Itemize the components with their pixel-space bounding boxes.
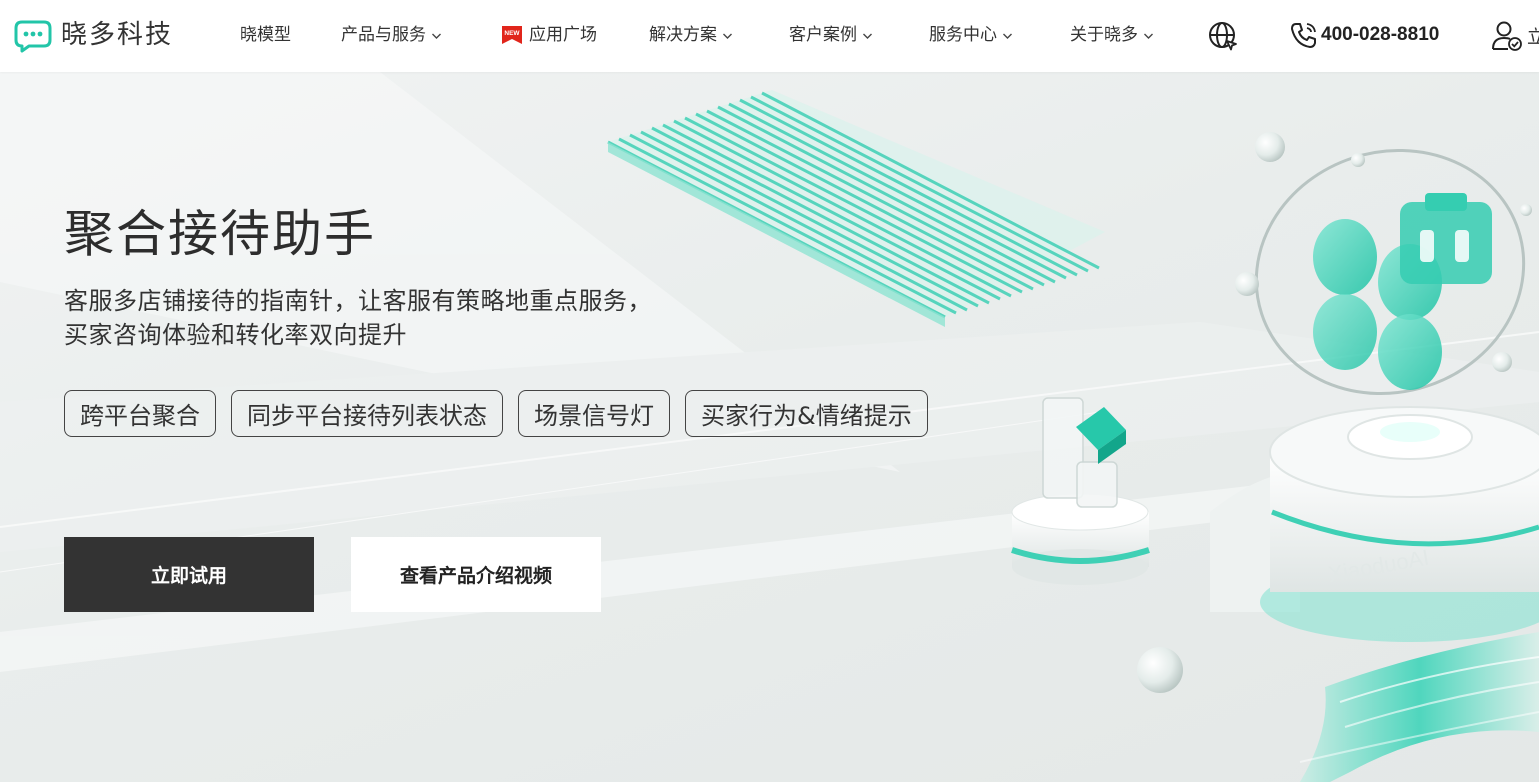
nav-label: 服务中心: [929, 25, 997, 45]
hero-banner: XiaoduoAI 聚合接待助手 客服多店铺接待的指南针，让客服有策略地重点服务…: [0, 72, 1539, 782]
feature-tag: 场景信号灯: [518, 390, 670, 437]
chevron-down-icon: [723, 33, 732, 39]
new-badge-icon: NEW: [502, 26, 522, 44]
main-podium: XiaoduoAI: [1210, 406, 1539, 642]
nav-label: 解决方案: [649, 25, 717, 45]
nav-item-products[interactable]: 产品与服务: [341, 24, 442, 46]
phone-number: 400-028-8810: [1321, 24, 1440, 45]
chevron-down-icon: [863, 33, 872, 39]
top-navbar: 晓多科技 晓模型 产品与服务 NEW 应用广场 解决方案 客户案例 服务中心 关…: [0, 0, 1539, 72]
globe-icon[interactable]: [1207, 20, 1239, 52]
try-now-button[interactable]: 立即试用: [64, 537, 314, 612]
nav-item-service-center[interactable]: 服务中心: [929, 24, 1013, 46]
user-icon: [1492, 21, 1522, 51]
teal-robot-head: [1400, 193, 1492, 284]
feature-tags: 跨平台聚合 同步平台接待列表状态 场景信号灯 买家行为&情绪提示: [64, 390, 943, 437]
brand-name: 晓多科技: [61, 20, 174, 50]
nav-item-about[interactable]: 关于晓多: [1070, 24, 1154, 46]
hotline[interactable]: 400-028-8810: [1289, 20, 1439, 50]
nav-item-app-store[interactable]: NEW 应用广场: [501, 24, 597, 46]
feature-tag: 买家行为&情绪提示: [685, 390, 928, 437]
feature-tag: 跨平台聚合: [64, 390, 216, 437]
nav-label: 产品与服务: [341, 25, 426, 45]
chevron-down-icon: [1003, 33, 1012, 39]
watch-video-button[interactable]: 查看产品介绍视频: [351, 537, 601, 612]
user-login-label: 立: [1527, 27, 1539, 48]
chevron-down-icon: [1144, 33, 1153, 39]
chevron-down-icon: [432, 33, 441, 39]
hero-subtitle: 客服多店铺接待的指南针，让客服有策略地重点服务， 买家咨询体验和转化率双向提升: [64, 284, 652, 352]
ribbed-panel: [607, 90, 1105, 327]
user-login[interactable]: 立: [1491, 19, 1539, 53]
nav-label: 客户案例: [789, 25, 857, 45]
new-badge-text: NEW: [504, 30, 520, 37]
chat-bubble-logo-icon: [14, 20, 52, 53]
teal-wave: [1299, 632, 1539, 782]
nav-item-solutions[interactable]: 解决方案: [649, 24, 733, 46]
brand-logo[interactable]: 晓多科技: [13, 17, 173, 53]
hero-subtitle-line: 买家咨询体验和转化率双向提升: [64, 321, 407, 349]
nav-label: 关于晓多: [1070, 25, 1138, 45]
nav-label: 晓模型: [240, 25, 291, 45]
nav-label: 应用广场: [529, 25, 597, 45]
hero-title: 聚合接待助手: [64, 205, 376, 263]
hero-subtitle-line: 客服多店铺接待的指南针，让客服有策略地重点服务，: [64, 287, 652, 315]
feature-tag: 同步平台接待列表状态: [231, 390, 503, 437]
nav-item-model[interactable]: 晓模型: [240, 24, 291, 46]
phone-icon: [1291, 23, 1316, 48]
nav-item-cases[interactable]: 客户案例: [789, 24, 873, 46]
